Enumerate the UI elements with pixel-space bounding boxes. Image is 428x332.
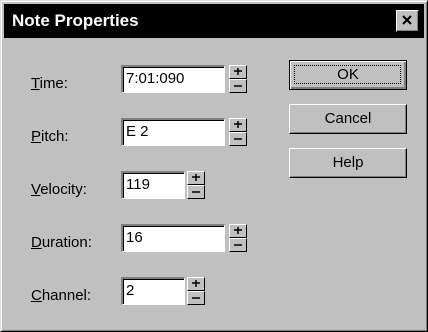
velocity-label: Velocity: (31, 181, 87, 198)
time-spinner[interactable] (229, 65, 247, 93)
time-input[interactable]: 7:01:090 (121, 65, 225, 93)
note-properties-dialog: Note Properties Time: 7:01:090 Pitch: E … (0, 0, 428, 332)
channel-input[interactable]: 2 (121, 277, 185, 305)
time-label: Time: (31, 75, 68, 92)
pitch-spinner[interactable] (229, 118, 247, 146)
channel-label: Channel: (31, 287, 92, 304)
pitch-spinner-down[interactable] (229, 132, 247, 146)
velocity-spinner[interactable] (187, 171, 205, 199)
velocity-input[interactable]: 119 (121, 171, 185, 199)
spinner-up-icon (192, 174, 200, 181)
velocity-spinner-down[interactable] (187, 185, 205, 199)
time-spinner-up[interactable] (229, 65, 247, 79)
duration-spinner-up[interactable] (229, 224, 247, 238)
spinner-down-icon (234, 85, 242, 87)
spinner-down-icon (192, 191, 200, 193)
duration-label: Duration: (31, 234, 92, 251)
time-spinner-down[interactable] (229, 79, 247, 93)
help-button[interactable]: Help (289, 148, 407, 178)
cancel-button-label: Cancel (324, 110, 372, 127)
channel-spinner-down[interactable] (187, 291, 205, 305)
help-button-label: Help (332, 154, 364, 171)
cancel-button[interactable]: Cancel (289, 104, 407, 134)
duration-input[interactable]: 16 (121, 224, 225, 252)
title-bar[interactable]: Note Properties (4, 4, 424, 38)
pitch-label: Pitch: (31, 128, 69, 145)
spinner-up-icon (234, 227, 242, 234)
spinner-down-icon (192, 297, 200, 299)
pitch-input[interactable]: E 2 (121, 118, 225, 146)
spinner-up-icon (192, 280, 200, 287)
duration-spinner[interactable] (229, 224, 247, 252)
duration-spinner-down[interactable] (229, 238, 247, 252)
window-title: Note Properties (12, 11, 139, 30)
spinner-up-icon (234, 121, 242, 128)
channel-spinner[interactable] (187, 277, 205, 305)
ok-button[interactable]: OK (289, 60, 407, 90)
pitch-spinner-up[interactable] (229, 118, 247, 132)
ok-button-label: OK (337, 66, 359, 83)
spinner-down-icon (234, 138, 242, 140)
close-button[interactable] (396, 10, 419, 32)
velocity-spinner-up[interactable] (187, 171, 205, 185)
spinner-up-icon (234, 68, 242, 75)
channel-spinner-up[interactable] (187, 277, 205, 291)
spinner-down-icon (234, 244, 242, 246)
close-icon (402, 15, 412, 25)
